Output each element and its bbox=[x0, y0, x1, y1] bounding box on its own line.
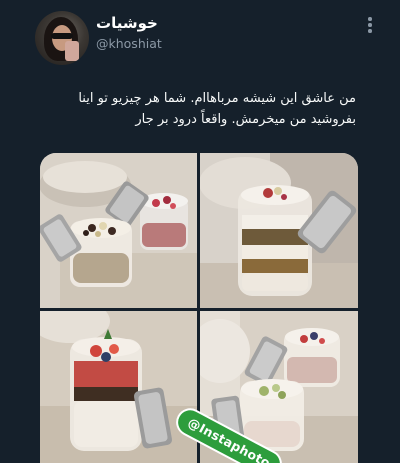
display-name[interactable]: خوشیات bbox=[96, 14, 158, 32]
user-handle[interactable]: @khoshiat bbox=[96, 36, 162, 51]
avatar[interactable] bbox=[35, 11, 89, 65]
photo-top-right[interactable] bbox=[200, 153, 358, 308]
photo-bottom-left-image bbox=[40, 311, 197, 463]
photo-top-left[interactable] bbox=[40, 153, 197, 308]
photo-top-right-image bbox=[200, 153, 358, 308]
avatar-phone bbox=[65, 41, 79, 61]
photo-bottom-left[interactable] bbox=[40, 311, 197, 463]
photo-top-left-image bbox=[40, 153, 197, 308]
avatar-glasses bbox=[51, 33, 73, 39]
tweet-text-line: بفروشید من میخرمش. واقعاً درود بر جار bbox=[135, 112, 356, 127]
tweet-text: من عاشق این شیشه مرباهاام. شما هر چیزیو … bbox=[56, 88, 356, 130]
media-grid[interactable]: @Instaphoto bbox=[40, 153, 358, 463]
more-vertical-icon[interactable] bbox=[366, 17, 374, 35]
tweet-text-line: من عاشق این شیشه مرباهاام. شما هر چیزیو … bbox=[78, 91, 356, 106]
